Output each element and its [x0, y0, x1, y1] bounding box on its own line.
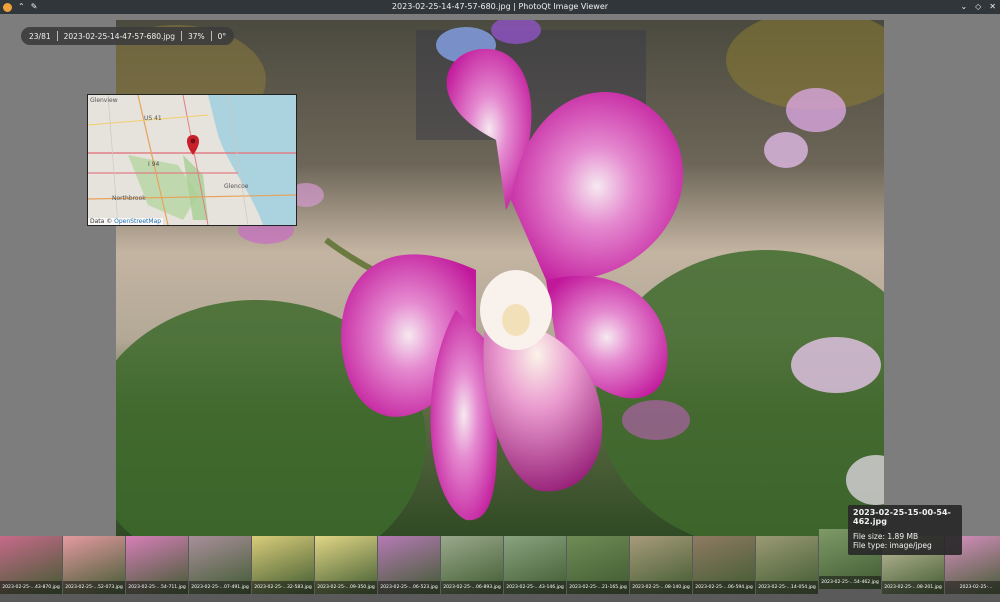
openstreetmap-link[interactable]: OpenStreetMap	[114, 218, 161, 225]
thumbnail-caption: 2023-02-25-...32-583.jpg	[252, 581, 314, 594]
thumbnail[interactable]: 2023-02-25-...09-350.jpg	[315, 536, 377, 594]
map-label-town: Glenview	[90, 97, 118, 104]
thumbnail-caption: 2023-02-25-...	[945, 581, 1000, 594]
thumbnail[interactable]: 2023-02-25-...14-054.jpg	[756, 536, 818, 594]
thumbnail-caption: 2023-02-25-...07-491.jpg	[189, 581, 251, 594]
thumbnail-caption: 2023-02-25-...21-165.jpg	[567, 581, 629, 594]
thumbnail-caption: 2023-02-25-...43-146.jpg	[504, 581, 566, 594]
tooltip-filetype: File type: image/jpeg	[853, 541, 932, 550]
map-attribution: Data © OpenStreetMap	[88, 218, 164, 225]
image-stage[interactable]: 23/81 2023-02-25-14-47-57-680.jpg 37% 0°…	[0, 14, 1000, 536]
thumbnail[interactable]: 2023-02-25-...07-491.jpg	[189, 536, 251, 594]
thumbnail-caption: 2023-02-25-...08-201.jpg	[882, 581, 944, 594]
thumbnail[interactable]: 2023-02-25-...32-583.jpg	[252, 536, 314, 594]
thumbnail-caption: 2023-02-25-...06-523.jpg	[378, 581, 440, 594]
thumbnail-tooltip: 2023-02-25-15-00-54-462.jpg File size: 1…	[848, 505, 962, 555]
attribution-text: Data ©	[90, 218, 115, 225]
minimize-chevron-icon[interactable]: ⌄	[960, 2, 967, 12]
thumbnail-caption: 2023-02-25-...09-350.jpg	[315, 581, 377, 594]
thumbnail[interactable]: 2023-02-25-...52-073.jpg	[63, 536, 125, 594]
map-label-town: Northbrook	[112, 195, 146, 202]
thumbnail-caption: 2023-02-25-...06-594.jpg	[693, 581, 755, 594]
map-label-highway: I 94	[148, 161, 160, 168]
thumbnail[interactable]: 2023-02-25-...43-870.jpg	[0, 536, 62, 594]
map-tiles	[88, 95, 296, 225]
thumbnail[interactable]: 2023-02-25-...06-893.jpg	[441, 536, 503, 594]
location-map[interactable]: US 41 I 94 Northbrook Glencoe Glenview D…	[87, 94, 297, 226]
thumbnail-caption: 2023-02-25-...14-054.jpg	[756, 581, 818, 594]
image-counter: 23/81	[29, 31, 51, 41]
divider	[56, 31, 58, 41]
thumbnail[interactable]: 2023-02-25-...21-165.jpg	[567, 536, 629, 594]
thumbnail[interactable]: 2023-02-25-...08-140.jpg	[630, 536, 692, 594]
thumbnail[interactable]: 2023-02-25-...06-594.jpg	[693, 536, 755, 594]
thumbnail-caption: 2023-02-25-...54-711.jpg	[126, 581, 188, 594]
thumbnail[interactable]: 2023-02-25-...06-523.jpg	[378, 536, 440, 594]
zoom-level[interactable]: 37%	[188, 32, 205, 41]
divider	[210, 31, 212, 41]
thumbnail-caption: 2023-02-25-...43-870.jpg	[0, 581, 62, 594]
tooltip-filename: 2023-02-25-15-00-54-462.jpg	[853, 508, 951, 526]
map-label-town: Glencoe	[224, 183, 249, 190]
thumbnail[interactable]: 2023-02-25-...43-146.jpg	[504, 536, 566, 594]
thumbnail-caption: 2023-02-25-...08-140.jpg	[630, 581, 692, 594]
window-title: 2023-02-25-14-47-57-680.jpg | PhotoQt Im…	[391, 2, 609, 11]
divider	[180, 31, 182, 41]
tooltip-filesize: File size: 1.89 MB	[853, 532, 919, 541]
thumbnail-caption: 2023-02-25-...54-462.jpg	[819, 576, 881, 589]
thumbnail-caption: 2023-02-25-...52-073.jpg	[63, 581, 125, 594]
window-titlebar: ⌃ ✎ 2023-02-25-14-47-57-680.jpg | PhotoQ…	[0, 0, 1000, 14]
rotation-angle[interactable]: 0°	[218, 32, 227, 41]
maximize-diamond-icon[interactable]: ◇	[975, 2, 981, 12]
map-label-highway: US 41	[144, 115, 162, 122]
close-icon[interactable]: ✕	[989, 2, 996, 12]
thumbnail-caption: 2023-02-25-...06-893.jpg	[441, 581, 503, 594]
image-filename: 2023-02-25-14-47-57-680.jpg	[63, 31, 175, 41]
thumbnail[interactable]: 2023-02-25-...54-711.jpg	[126, 536, 188, 594]
image-info-bar[interactable]: 23/81 2023-02-25-14-47-57-680.jpg 37% 0°	[21, 27, 235, 45]
